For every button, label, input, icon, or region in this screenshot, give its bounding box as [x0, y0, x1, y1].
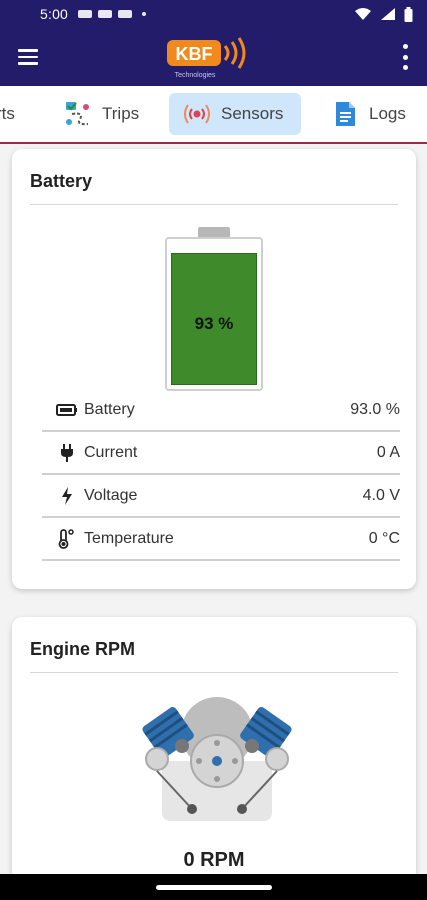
tab-bar: rts Trips Sensors Logs [0, 86, 427, 144]
lightning-icon [56, 485, 78, 507]
row-label: Battery [84, 400, 135, 418]
current-row: Current 0 A [42, 432, 400, 475]
battery-level-fill: 93 % [171, 253, 257, 385]
engine-card-title: Engine RPM [30, 639, 136, 659]
home-gesture-handle[interactable] [156, 885, 272, 890]
notification-icon [98, 10, 113, 18]
notification-icon [78, 10, 93, 18]
system-icons [354, 6, 413, 22]
tab-label: rts [0, 104, 15, 123]
signal-icon [381, 8, 395, 20]
battery-card: Battery 93 % Battery 93.0 % Current 0 A [12, 149, 416, 589]
battery-status-icon [404, 6, 413, 22]
engine-rpm-card: Engine RPM 0 RPM [12, 617, 416, 874]
wifi-icon [355, 8, 371, 20]
battery-icon [56, 399, 78, 421]
row-value: 93.0 % [350, 400, 400, 418]
battery-level-graphic: 93 % [165, 227, 263, 393]
status-time: 5:00 [40, 6, 69, 22]
plug-icon [56, 442, 78, 464]
sensors-content[interactable]: Battery 93 % Battery 93.0 % Current 0 A [0, 146, 427, 874]
card-divider [30, 672, 398, 673]
battery-card-title: Battery [30, 171, 93, 191]
status-bar: 5:00 [0, 0, 427, 28]
tab-sensors[interactable]: Sensors [169, 93, 301, 135]
row-label: Voltage [84, 486, 138, 504]
kbf-logo: KBF Technologies [167, 37, 246, 79]
more-notifications-icon [142, 12, 147, 16]
notification-icon [118, 10, 133, 18]
hamburger-icon [18, 49, 38, 52]
row-label: Temperature [84, 529, 174, 547]
engine-icon [142, 697, 292, 821]
card-divider [30, 204, 398, 205]
voltage-row: Voltage 4.0 V [42, 475, 400, 518]
engine-rpm-value: 0 RPM [183, 849, 245, 871]
tab-logs[interactable]: Logs [317, 93, 420, 135]
logo-text: KBF [176, 44, 213, 64]
sensors-icon [184, 104, 210, 124]
logo-subtext: Technologies [175, 72, 216, 79]
temperature-row: Temperature 0 °C [42, 518, 400, 561]
battery-percent-label: 93 % [194, 314, 234, 333]
row-value: 4.0 V [362, 486, 400, 504]
more-options-button[interactable] [401, 44, 409, 70]
more-vert-icon [402, 44, 408, 49]
trips-icon [66, 102, 89, 126]
row-value: 0 °C [368, 529, 400, 547]
tab-reports[interactable]: rts [0, 93, 29, 135]
logs-icon [336, 102, 355, 126]
tab-label: Logs [369, 104, 406, 123]
tab-trips[interactable]: Trips [50, 93, 153, 135]
system-nav-bar [0, 874, 427, 900]
menu-button[interactable] [0, 28, 56, 86]
notification-icons [78, 10, 147, 18]
row-label: Current [84, 443, 138, 461]
tab-label: Trips [102, 104, 140, 123]
thermometer-icon [56, 528, 78, 550]
app-bar: KBF Technologies [0, 28, 427, 86]
row-value: 0 A [376, 443, 400, 461]
tab-label: Sensors [221, 104, 284, 123]
battery-row: Battery 93.0 % [42, 389, 400, 432]
